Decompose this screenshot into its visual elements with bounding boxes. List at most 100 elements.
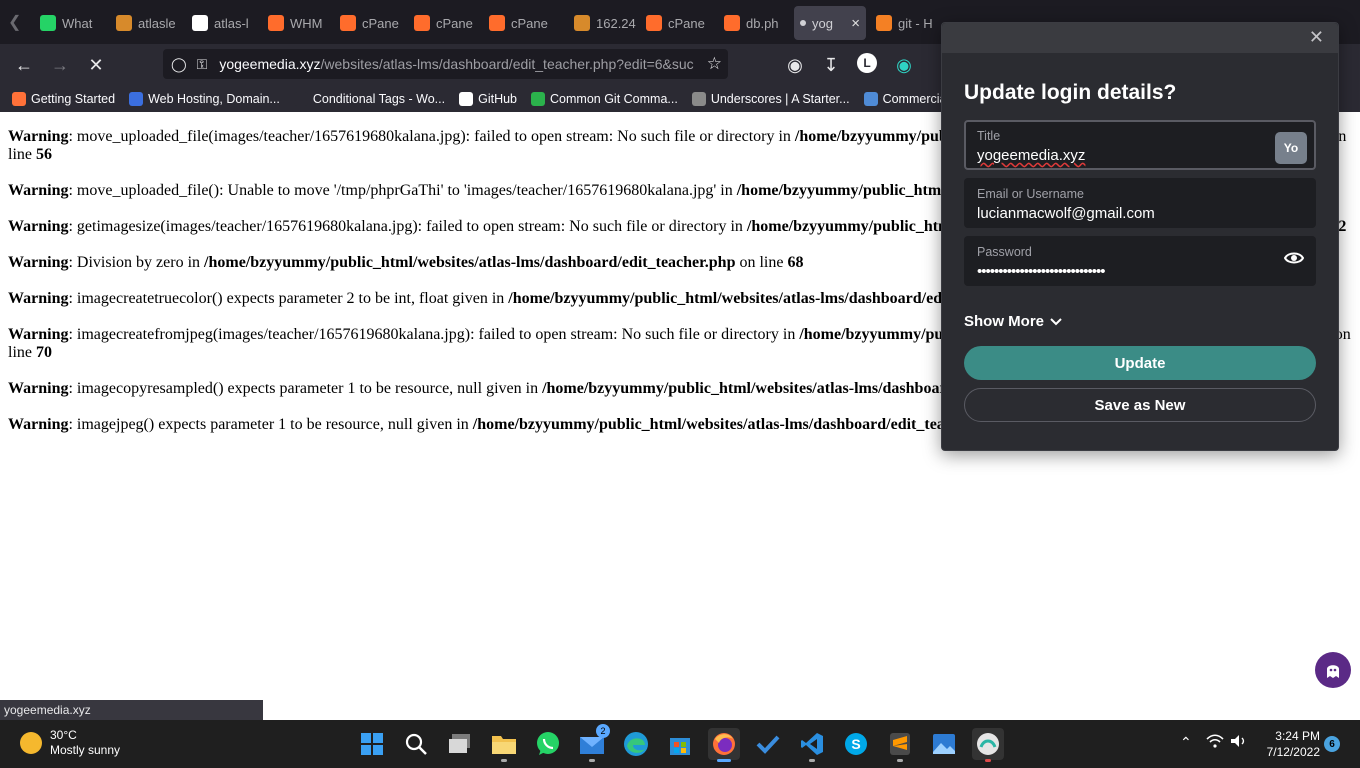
shield-icon[interactable]: ◯ <box>171 56 187 73</box>
password-value[interactable]: •••••••••••••••••••••••••••••• <box>977 263 1303 280</box>
download-icon[interactable]: ↧ <box>820 54 842 76</box>
pocket-icon[interactable]: ◉ <box>784 54 806 76</box>
firefox-icon <box>12 92 26 106</box>
atlas-icon <box>116 15 132 31</box>
title-field[interactable]: Title yogeemedia.xyz Yo <box>964 120 1316 170</box>
mail-taskbar-button[interactable]: 2 <box>576 724 610 762</box>
warning-line-number: 70 <box>36 344 52 361</box>
extension-icon[interactable]: ◉ <box>893 54 915 76</box>
warning-file: /home/bzyyummy/public_html/websites/atla… <box>204 254 736 271</box>
cpanel-icon <box>414 15 430 31</box>
warning-label: Warning <box>8 218 69 235</box>
email-field[interactable]: Email or Username lucianmacwolf@gmail.co… <box>964 178 1316 228</box>
app-taskbar-button[interactable] <box>972 728 1004 762</box>
tab-scroll-left-icon[interactable]: ❮ <box>8 12 21 32</box>
browser-tab[interactable]: 162.24 <box>568 6 638 40</box>
browser-tab[interactable]: yog × <box>794 6 866 40</box>
skype-icon: S <box>845 733 867 755</box>
whatsapp-icon <box>40 15 56 31</box>
stackoverflow-icon <box>876 15 892 31</box>
whatsapp-taskbar-button[interactable] <box>532 728 564 760</box>
stop-loading-icon[interactable]: ✕ <box>85 54 107 76</box>
browser-tab[interactable]: What <box>34 6 106 40</box>
forward-icon[interactable]: → <box>49 54 71 76</box>
weather-widget[interactable]: 30°C Mostly sunny <box>20 728 120 758</box>
link-status-bar: yogeemedia.xyz <box>0 700 263 720</box>
password-field[interactable]: Password •••••••••••••••••••••••••••••• <box>964 236 1316 286</box>
bookmark-item[interactable]: Conditional Tags - Wo... <box>293 92 445 106</box>
warning-label: Warning <box>8 380 69 397</box>
chevron-up-icon[interactable]: ⌃ <box>1180 734 1192 751</box>
bookmark-item[interactable]: Web Hosting, Domain... <box>129 92 280 106</box>
warning-label: Warning <box>8 128 69 145</box>
update-login-dialog: ✕ Update login details? Title yogeemedia… <box>941 22 1339 451</box>
edge-taskbar-button[interactable] <box>620 728 652 760</box>
tab-close-icon[interactable]: × <box>851 15 860 32</box>
edge-icon <box>624 732 648 756</box>
warning-label: Warning <box>8 416 69 433</box>
ghost-extension-button[interactable] <box>1315 652 1351 688</box>
github-icon <box>459 92 474 106</box>
profile-avatar[interactable]: L <box>857 53 877 73</box>
title-value[interactable]: yogeemedia.xyz <box>977 147 1303 164</box>
weather-text: Mostly sunny <box>50 743 121 757</box>
browser-tab[interactable]: WHM <box>262 6 330 40</box>
notification-badge[interactable]: 6 <box>1324 736 1340 752</box>
browser-tab[interactable]: cPane <box>483 6 557 40</box>
bookmark-star-icon[interactable]: ☆ <box>702 54 722 74</box>
chevron-down-icon <box>1050 313 1062 330</box>
tab-label: cPane <box>511 15 548 31</box>
file-explorer-button[interactable] <box>488 728 520 762</box>
bookmark-item[interactable]: Common Git Comma... <box>531 92 678 106</box>
show-more-toggle[interactable]: Show More <box>964 313 1062 330</box>
update-button[interactable]: Update <box>964 346 1316 380</box>
browser-tab[interactable]: db.ph <box>718 6 788 40</box>
system-clock[interactable]: 3:24 PM 7/12/2022 <box>1258 728 1320 760</box>
clock-time: 3:24 PM <box>1275 729 1320 743</box>
warning-message: : imagecreatetruecolor() expects paramet… <box>68 290 509 307</box>
wifi-icon[interactable] <box>1206 734 1224 753</box>
sun-icon <box>20 732 42 754</box>
bookmark-item[interactable]: GitHub <box>459 92 517 106</box>
photos-taskbar-button[interactable] <box>928 728 960 760</box>
warning-message: : move_uploaded_file(images/teacher/1657… <box>68 128 795 145</box>
code-icon <box>863 92 878 106</box>
checkmark-icon <box>756 735 780 754</box>
close-icon[interactable]: ✕ <box>1309 27 1324 48</box>
title-label: Title <box>977 129 1001 143</box>
store-taskbar-button[interactable] <box>664 728 696 760</box>
mail-badge: 2 <box>596 724 610 738</box>
browser-tab[interactable]: cPane <box>334 6 408 40</box>
app-icon <box>977 733 999 755</box>
bookmark-label: Common Git Comma... <box>550 92 678 106</box>
volume-icon[interactable] <box>1230 734 1248 753</box>
vscode-taskbar-button[interactable] <box>796 728 828 762</box>
url-bar[interactable]: ◯ ⚿ yogeemedia.xyz /websites/atlas-lms/d… <box>163 49 728 79</box>
vscode-icon <box>801 733 823 755</box>
save-as-new-button[interactable]: Save as New <box>964 388 1316 422</box>
back-icon[interactable]: ← <box>13 54 35 76</box>
show-password-icon[interactable] <box>1283 250 1305 271</box>
url-host: yogeemedia.xyz <box>219 56 321 72</box>
sublime-taskbar-button[interactable] <box>884 728 916 762</box>
todo-taskbar-button[interactable] <box>752 728 784 760</box>
browser-tab[interactable]: cPane <box>640 6 714 40</box>
skype-taskbar-button[interactable]: S <box>840 728 872 760</box>
lock-warning-icon[interactable]: ⚿ <box>197 56 208 73</box>
browser-tab[interactable]: cPane <box>408 6 482 40</box>
tab-label: atlas-l <box>214 15 249 31</box>
photos-icon <box>933 734 955 754</box>
firefox-taskbar-button[interactable] <box>708 728 740 762</box>
browser-tab[interactable]: git - H <box>870 6 940 40</box>
bookmark-item[interactable]: Getting Started <box>12 92 115 106</box>
bookmark-item[interactable]: Underscores | A Starter... <box>691 92 850 106</box>
tab-label: 162.24 <box>596 15 636 31</box>
search-button[interactable] <box>400 728 432 760</box>
bookmark-label: Web Hosting, Domain... <box>148 92 280 106</box>
task-view-button[interactable] <box>444 728 476 760</box>
browser-tab[interactable]: atlasle <box>110 6 182 40</box>
email-value[interactable]: lucianmacwolf@gmail.com <box>977 205 1303 222</box>
start-button[interactable] <box>356 728 388 760</box>
tab-label: db.ph <box>746 15 779 31</box>
browser-tab[interactable]: atlas-l <box>186 6 262 40</box>
